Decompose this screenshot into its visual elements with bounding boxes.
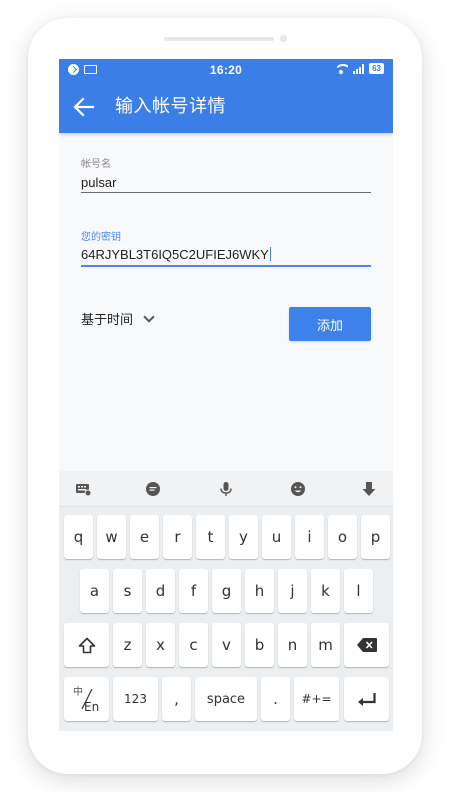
- key-l[interactable]: l: [344, 569, 373, 613]
- key-b[interactable]: b: [245, 623, 274, 667]
- space-key[interactable]: space: [195, 677, 257, 721]
- backspace-key[interactable]: [344, 623, 389, 667]
- key-c[interactable]: c: [179, 623, 208, 667]
- key-y[interactable]: y: [229, 515, 258, 559]
- key-f[interactable]: f: [179, 569, 208, 613]
- enter-return-icon: [357, 693, 376, 706]
- keyboard-settings-icon[interactable]: [75, 481, 91, 497]
- back-arrow-icon[interactable]: [73, 97, 95, 117]
- screen: 16:20 63 输入帐号详情 帐号名 pulsar 您的密钥 64RJYBL3…: [59, 59, 393, 731]
- microphone-icon[interactable]: [218, 481, 234, 497]
- key-type-dropdown[interactable]: 基于时间: [81, 309, 155, 328]
- text-caret: [269, 247, 271, 261]
- key-i[interactable]: i: [295, 515, 324, 559]
- key-o[interactable]: o: [328, 515, 357, 559]
- account-name-label: 帐号名: [81, 159, 111, 170]
- account-name-input[interactable]: pulsar: [81, 173, 371, 193]
- key-r[interactable]: r: [163, 515, 192, 559]
- language-switch-key[interactable]: 中 En: [64, 677, 109, 721]
- enter-key[interactable]: [344, 677, 389, 721]
- keyboard-toolbar: [59, 471, 393, 507]
- key-e[interactable]: e: [130, 515, 159, 559]
- comma-key[interactable]: ,: [162, 677, 191, 721]
- page-title: 输入帐号详情: [115, 96, 226, 116]
- app-bar: 输入帐号详情: [59, 81, 393, 133]
- secret-key-input[interactable]: 64RJYBL3T6IQ5C2UFIEJ6WKY: [81, 245, 371, 265]
- key-n[interactable]: n: [278, 623, 307, 667]
- symbols-key[interactable]: #+=: [294, 677, 339, 721]
- signal-icon: [353, 63, 365, 74]
- account-name-underline: [81, 192, 371, 193]
- key-w[interactable]: w: [97, 515, 126, 559]
- period-key[interactable]: .: [261, 677, 290, 721]
- secret-key-underline: [81, 265, 371, 267]
- secret-key-label: 您的密钥: [81, 232, 121, 243]
- key-s[interactable]: s: [113, 569, 142, 613]
- soft-keyboard: q w e r t y u i o p a s d f g h j k l z …: [59, 471, 393, 731]
- emoji-icon[interactable]: [290, 481, 306, 497]
- key-v[interactable]: v: [212, 623, 241, 667]
- speaker-grille: [164, 37, 274, 41]
- key-a[interactable]: a: [80, 569, 109, 613]
- front-camera: [280, 35, 287, 42]
- numbers-key[interactable]: 123: [113, 677, 158, 721]
- secret-key-value: 64RJYBL3T6IQ5C2UFIEJ6WKY: [81, 247, 269, 262]
- battery-icon: 63: [369, 63, 384, 74]
- lang-en-label: En: [84, 700, 100, 714]
- key-h[interactable]: h: [245, 569, 274, 613]
- shift-arrow-icon: [78, 637, 95, 653]
- key-m[interactable]: m: [311, 623, 340, 667]
- shift-key[interactable]: [64, 623, 109, 667]
- key-x[interactable]: x: [146, 623, 175, 667]
- key-u[interactable]: u: [262, 515, 291, 559]
- key-j[interactable]: j: [278, 569, 307, 613]
- key-k[interactable]: k: [311, 569, 340, 613]
- key-q[interactable]: q: [64, 515, 93, 559]
- chat-bubble-icon[interactable]: [145, 481, 161, 497]
- chevron-down-icon: [143, 310, 155, 323]
- hide-keyboard-icon[interactable]: [361, 481, 377, 497]
- status-bar: 16:20 63: [59, 59, 393, 81]
- key-p[interactable]: p: [361, 515, 390, 559]
- key-t[interactable]: t: [196, 515, 225, 559]
- key-d[interactable]: d: [146, 569, 175, 613]
- key-type-value: 基于时间: [81, 312, 134, 327]
- wifi-icon: [334, 63, 349, 74]
- backspace-icon: [356, 638, 377, 652]
- add-button[interactable]: 添加: [289, 307, 371, 341]
- key-g[interactable]: g: [212, 569, 241, 613]
- key-z[interactable]: z: [113, 623, 142, 667]
